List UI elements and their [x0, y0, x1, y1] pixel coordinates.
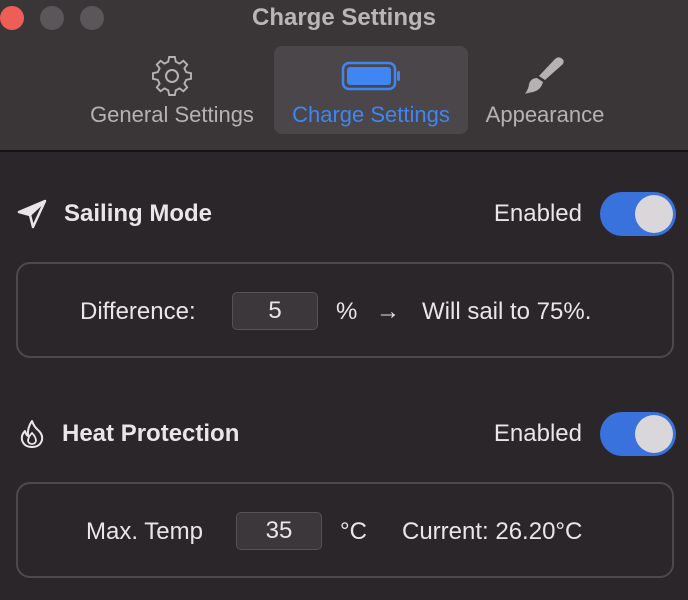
max-temp-label: Max. Temp — [86, 518, 203, 545]
tab-general-settings[interactable]: General Settings — [84, 46, 260, 134]
paintbrush-icon — [521, 56, 569, 96]
heat-protection-status: Enabled — [493, 420, 582, 447]
toggle-knob — [635, 415, 673, 453]
gear-icon — [148, 56, 196, 96]
tab-appearance-label: Appearance — [485, 102, 605, 127]
charge-settings-window: Charge Settings General Settings Charge … — [0, 0, 688, 600]
sailing-mode-title: Sailing Mode — [64, 200, 213, 227]
tab-appearance[interactable]: Appearance — [478, 46, 612, 134]
difference-input[interactable]: 5 — [232, 292, 318, 330]
toggle-knob — [635, 195, 673, 233]
heat-protection-toggle[interactable] — [600, 412, 676, 456]
current-temp-text: Current: 26.20°C — [402, 518, 583, 545]
arrow-right-icon: → — [376, 298, 400, 325]
difference-unit: % — [336, 298, 358, 325]
heat-protection-header: Heat Protection Enabled — [0, 410, 688, 458]
max-temp-input[interactable]: 35 — [236, 512, 322, 550]
heat-protection-title: Heat Protection — [62, 420, 240, 447]
sail-target-text: Will sail to 75%. — [422, 298, 592, 325]
paper-plane-icon — [16, 198, 48, 230]
battery-icon — [341, 56, 400, 96]
flame-icon — [16, 418, 48, 450]
tab-charge-settings[interactable]: Charge Settings — [274, 46, 468, 134]
temp-unit: °C — [340, 518, 367, 545]
tab-general-settings-label: General Settings — [90, 102, 254, 127]
sailing-mode-toggle[interactable] — [600, 192, 676, 236]
difference-label: Difference: — [80, 298, 196, 325]
window-title: Charge Settings — [251, 4, 437, 31]
tab-charge-settings-label: Charge Settings — [292, 102, 450, 127]
heat-protection-options: Max. Temp 35 °C Current: 26.20°C — [16, 482, 674, 578]
sailing-mode-header: Sailing Mode Enabled — [0, 190, 688, 238]
toolbar: Charge Settings General Settings Charge … — [0, 0, 688, 152]
sailing-mode-status: Enabled — [493, 200, 582, 227]
sailing-mode-options: Difference: 5 % → Will sail to 75%. — [16, 262, 674, 358]
